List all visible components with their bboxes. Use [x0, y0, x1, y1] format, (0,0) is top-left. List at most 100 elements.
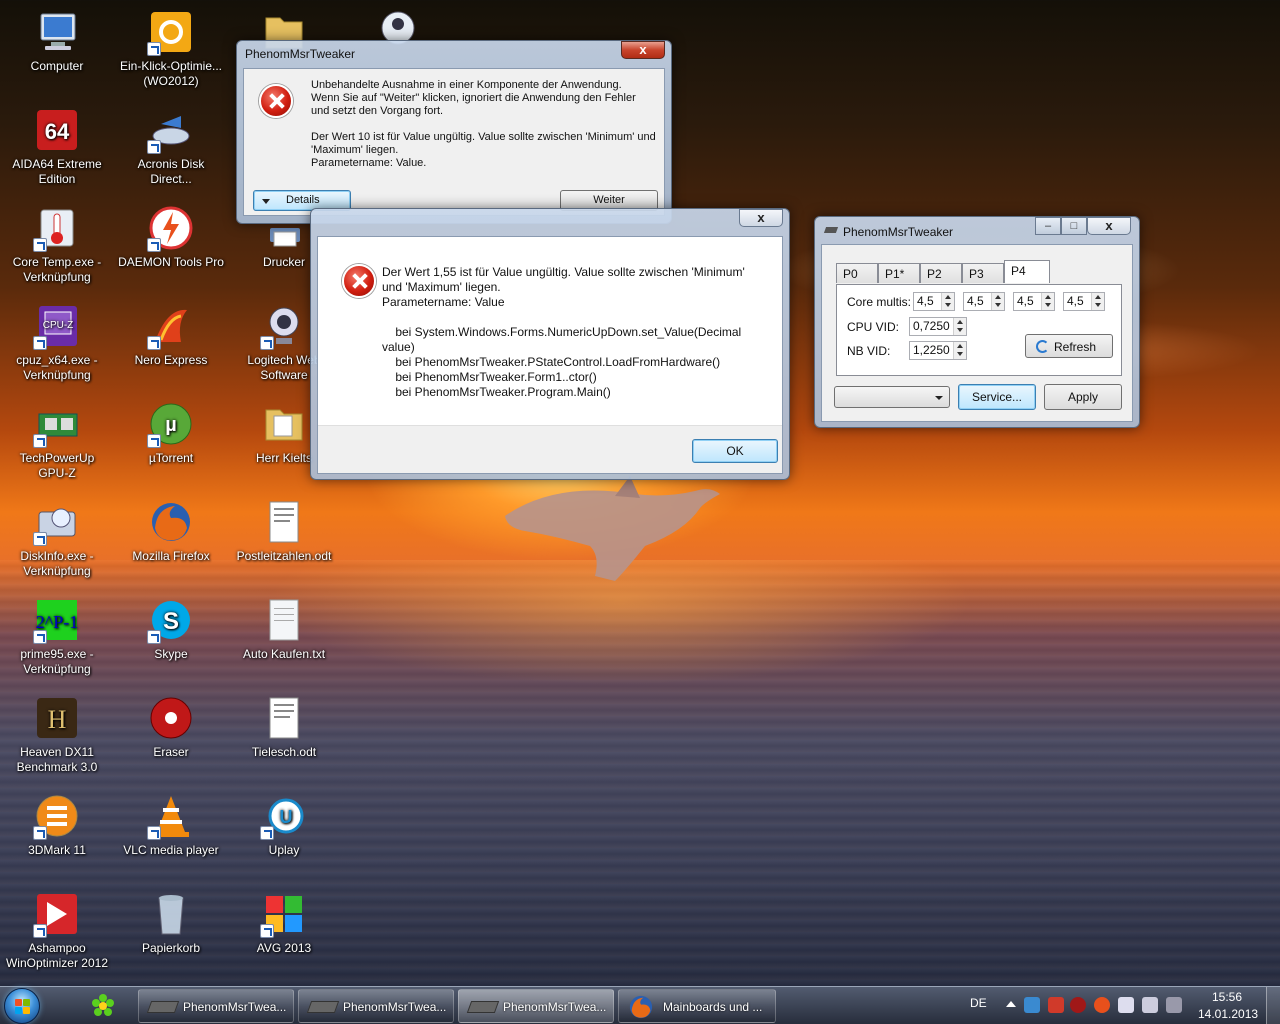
nb-vid-stepper[interactable]: 1,2250: [909, 341, 967, 360]
eraser-tray-icon[interactable]: [1070, 997, 1086, 1013]
ok-button[interactable]: OK: [692, 439, 778, 463]
svg-text:U: U: [280, 807, 293, 827]
svg-text:64: 64: [45, 119, 70, 144]
tab-p1[interactable]: P1*: [878, 263, 920, 283]
value: 1,2250: [913, 343, 950, 357]
taskbar-button-tweaker-1[interactable]: PhenomMsrTwea...: [138, 989, 294, 1023]
desktop-icon-cpuz[interactable]: CPU-Z cpuz_x64.exe - Verknüpfung: [3, 302, 111, 383]
eraser-icon: [150, 697, 192, 739]
desktop-icon-label: µTorrent: [148, 451, 194, 465]
clock-time[interactable]: 15:56: [1212, 990, 1242, 1004]
document-icon: [269, 501, 299, 543]
shortcut-arrow-icon: [147, 42, 161, 56]
svg-text:H: H: [48, 705, 67, 734]
tab-p0[interactable]: P0: [836, 263, 878, 283]
firefox-icon: [152, 503, 190, 541]
tab-p3[interactable]: P3: [962, 263, 1004, 283]
taskbar-button-tweaker-3[interactable]: PhenomMsrTwea...: [458, 989, 614, 1023]
spinner-arrows-icon[interactable]: [953, 342, 966, 359]
desktop-icon-vlc[interactable]: VLC media player: [117, 792, 225, 858]
desktop-icon-avg[interactable]: AVG 2013: [230, 890, 338, 956]
usb-tray-icon[interactable]: [1166, 997, 1182, 1013]
error-message: Der Wert 1,55 ist für Value ungültig. Va…: [382, 265, 745, 399]
apply-button[interactable]: Apply: [1044, 384, 1122, 410]
taskbar-button-firefox[interactable]: Mainboards und ...: [618, 989, 776, 1023]
desktop-icon-label: TechPowerUp GPU-Z: [19, 451, 95, 480]
desktop-icon-label: Eraser: [153, 745, 189, 759]
desktop-icon-core-temp[interactable]: Core Temp.exe - Verknüpfung: [3, 204, 111, 285]
core-multi-stepper[interactable]: 4,5: [913, 292, 955, 311]
desktop-icon-eraser[interactable]: Eraser: [117, 694, 225, 760]
refresh-button[interactable]: Refresh: [1025, 334, 1113, 358]
spinner-arrows-icon[interactable]: [941, 293, 954, 310]
maximize-button[interactable]: □: [1061, 217, 1087, 235]
desktop-icon-label: Postleitzahlen.odt: [236, 549, 332, 563]
desktop-icon-gpuz[interactable]: TechPowerUp GPU-Z: [3, 400, 111, 481]
daemon-tools-tray-icon[interactable]: [1094, 997, 1110, 1013]
error-icon: [259, 84, 293, 118]
desktop-icon-label: Ein-Klick-Optimie... (WO2012): [119, 59, 223, 88]
minimize-button[interactable]: –: [1035, 217, 1061, 235]
spinner-arrows-icon[interactable]: [1091, 293, 1104, 310]
desktop-icon-computer[interactable]: Computer: [3, 8, 111, 74]
desktop-icon-auto-kaufen[interactable]: Auto Kaufen.txt: [230, 596, 338, 662]
spinner-arrows-icon[interactable]: [1041, 293, 1054, 310]
core-multi-stepper[interactable]: 4,5: [1013, 292, 1055, 311]
error-message-line: Der Wert 10 ist für Value ungültig. Valu…: [311, 131, 656, 143]
clock-date[interactable]: 14.01.2013: [1198, 1007, 1258, 1021]
desktop-icon-diskinfo[interactable]: DiskInfo.exe - Verknüpfung: [3, 498, 111, 579]
close-button[interactable]: x: [739, 209, 783, 227]
desktop-icon-daemon[interactable]: DAEMON Tools Pro: [117, 204, 225, 270]
desktop-icon-label: Auto Kaufen.txt: [242, 647, 326, 661]
desktop-icon-label: Heaven DX11 Benchmark 3.0: [16, 745, 98, 774]
desktop-icon-ashampoo[interactable]: Ashampoo WinOptimizer 2012: [3, 890, 111, 971]
shortcut-arrow-icon: [33, 434, 47, 448]
close-button[interactable]: x: [621, 41, 665, 59]
profile-select[interactable]: [834, 386, 950, 408]
icq-icon[interactable]: [90, 993, 116, 1019]
core-multi-stepper[interactable]: 4,5: [963, 292, 1005, 311]
spinner-arrows-icon[interactable]: [991, 293, 1004, 310]
titlebar[interactable]: x: [311, 209, 789, 235]
service-button[interactable]: Service...: [958, 384, 1036, 410]
language-indicator[interactable]: DE: [970, 996, 987, 1010]
desktop-icon-uplay[interactable]: U Uplay: [230, 792, 338, 858]
desktop-icon-label: Mozilla Firefox: [132, 549, 210, 563]
shortcut-arrow-icon: [260, 336, 274, 350]
network-tray-icon[interactable]: [1024, 997, 1040, 1013]
app-tray-icon[interactable]: [1048, 997, 1064, 1013]
desktop-icon-label: prime95.exe - Verknüpfung: [20, 647, 94, 676]
desktop-icon-nero[interactable]: Nero Express: [117, 302, 225, 368]
desktop-icon-3dmark[interactable]: 3DMark 11: [3, 792, 111, 858]
taskbar-button-tweaker-2[interactable]: PhenomMsrTwea...: [298, 989, 454, 1023]
cpu-vid-stepper[interactable]: 0,7250: [909, 317, 967, 336]
desktop-icon-label: Tielesch.odt: [251, 745, 317, 759]
desktop-icon-skype[interactable]: S Skype: [117, 596, 225, 662]
spinner-arrows-icon[interactable]: [953, 318, 966, 335]
desktop-icon-label: Ashampoo WinOptimizer 2012: [5, 941, 109, 970]
show-desktop-button[interactable]: [1266, 987, 1280, 1024]
titlebar[interactable]: PhenomMsrTweaker x: [237, 41, 671, 67]
tab-p4[interactable]: P4: [1004, 260, 1050, 283]
core-multi-stepper[interactable]: 4,5: [1063, 292, 1105, 311]
desktop-icon-postleitzahlen[interactable]: Postleitzahlen.odt: [230, 498, 338, 564]
titlebar[interactable]: PhenomMsrTweaker – □ x: [815, 217, 1139, 243]
desktop-icon-wo2012[interactable]: Ein-Klick-Optimie... (WO2012): [117, 8, 225, 89]
desktop-icon-firefox[interactable]: Mozilla Firefox: [117, 498, 225, 564]
chip-icon: [466, 1001, 500, 1013]
desktop-icon-acronis[interactable]: Acronis Disk Direct...: [117, 106, 225, 187]
desktop-icon-prime95[interactable]: 2^P-1 prime95.exe - Verknüpfung: [3, 596, 111, 677]
start-button[interactable]: [4, 988, 40, 1024]
desktop-icon-heaven[interactable]: H Heaven DX11 Benchmark 3.0: [3, 694, 111, 775]
desktop-icon-label: Acronis Disk Direct...: [137, 157, 205, 186]
close-button[interactable]: x: [1087, 217, 1131, 235]
monitor-tray-icon[interactable]: [1118, 997, 1134, 1013]
desktop-icon-tielesch[interactable]: Tielesch.odt: [230, 694, 338, 760]
desktop-icon-recycle-bin[interactable]: Papierkorb: [117, 890, 225, 956]
speaker-icon[interactable]: [1142, 997, 1158, 1013]
tab-p2[interactable]: P2: [920, 263, 962, 283]
tray-up-arrow-icon[interactable]: [1006, 1001, 1016, 1007]
desktop-icon-utorrent[interactable]: µ µTorrent: [117, 400, 225, 466]
document-icon: [269, 697, 299, 739]
desktop-icon-aida64[interactable]: 64 AIDA64 Extreme Edition: [3, 106, 111, 187]
